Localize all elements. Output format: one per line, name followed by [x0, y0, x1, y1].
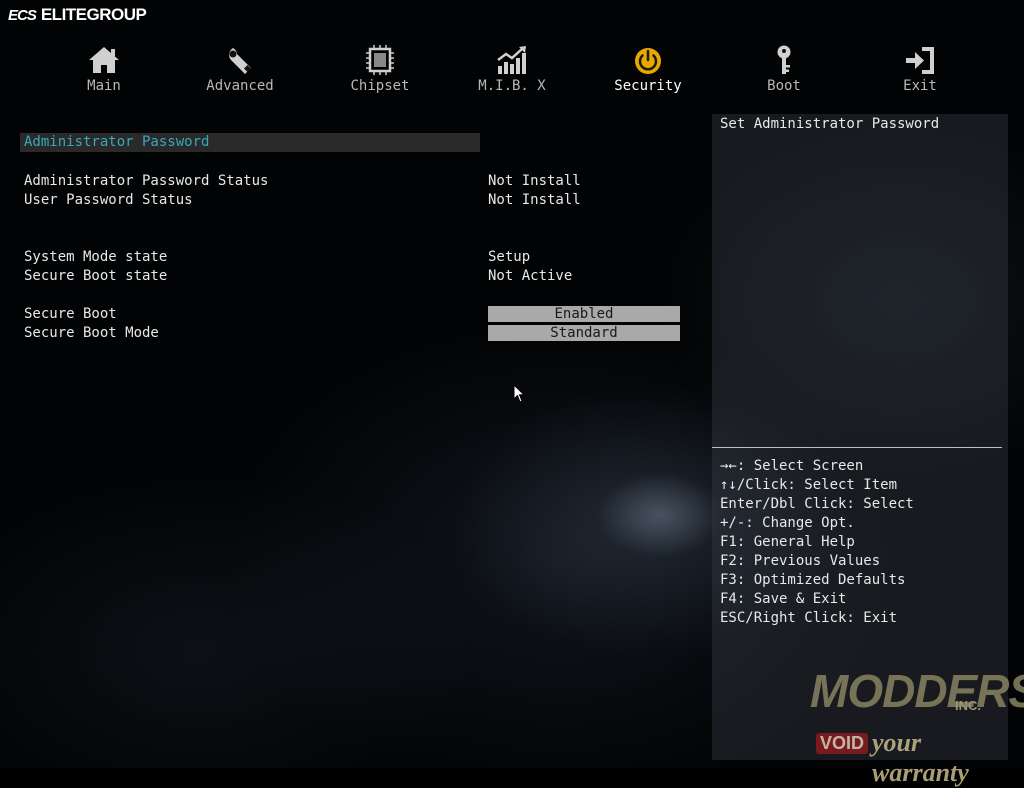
- tab-advanced[interactable]: Advanced: [185, 44, 295, 94]
- tab-mib-x[interactable]: M.I.B. X: [457, 44, 567, 94]
- chart-icon: [497, 46, 526, 74]
- mouse-cursor-icon: [513, 384, 525, 403]
- secure-boot-state-label: Secure Boot state: [24, 268, 168, 284]
- tab-exit[interactable]: Exit: [865, 44, 975, 94]
- key-hint: →←: Select Screen: [720, 458, 864, 474]
- wrench-icon: [229, 48, 252, 74]
- user-password-status-value: Not Install: [488, 192, 581, 208]
- secure-boot-mode-select[interactable]: Standard: [488, 325, 680, 341]
- key-icon: [777, 45, 791, 74]
- admin-password-status-value: Not Install: [488, 173, 581, 189]
- ecs-logo: ECS ELITEGROUP: [8, 5, 147, 25]
- tab-label: Exit: [903, 78, 937, 94]
- watermark-tagline: your warranty: [872, 728, 969, 787]
- key-hint: +/-: Change Opt.: [720, 515, 855, 531]
- key-hint: F3: Optimized Defaults: [720, 572, 906, 588]
- key-hint: ESC/Right Click: Exit: [720, 610, 898, 626]
- selected-item-label: Administrator Password: [24, 134, 210, 150]
- tab-label: Chipset: [350, 78, 410, 94]
- key-hint: F1: General Help: [720, 534, 855, 550]
- tab-label: Boot: [767, 78, 801, 94]
- power-icon: [635, 48, 661, 74]
- tab-label: M.I.B. X: [478, 78, 546, 94]
- user-password-status-label: User Password Status: [24, 192, 193, 208]
- system-mode-state-label: System Mode state: [24, 249, 168, 265]
- exit-door-icon: [906, 47, 934, 74]
- watermark-inc: INC.: [955, 698, 981, 713]
- key-hint: Enter/Dbl Click: Select: [720, 496, 914, 512]
- brand-name: ELITEGROUP: [40, 5, 147, 24]
- secure-boot-state-value: Not Active: [488, 268, 573, 284]
- secure-boot-label: Secure Boot: [24, 306, 117, 322]
- admin-password-status-label: Administrator Password Status: [24, 173, 269, 189]
- modders-inc-watermark: MODDERS INC. VOID your warranty: [810, 664, 1024, 787]
- top-navigation: Main Advanced Chipset M.I.B. X Security …: [0, 44, 1024, 98]
- logo-mark: ECS: [8, 6, 37, 24]
- system-mode-state-value: Setup: [488, 249, 531, 265]
- help-description: Set Administrator Password: [720, 116, 940, 132]
- tab-label: Advanced: [206, 78, 274, 94]
- key-hint: ↑↓/Click: Select Item: [720, 477, 898, 493]
- watermark-title: MODDERS: [810, 665, 1024, 717]
- watermark-void-badge: VOID: [816, 733, 869, 754]
- secure-boot-select[interactable]: Enabled: [488, 306, 680, 322]
- tab-chipset[interactable]: Chipset: [325, 44, 435, 94]
- key-hint: F4: Save & Exit: [720, 591, 847, 607]
- administrator-password-item[interactable]: Administrator Password: [20, 133, 480, 152]
- house-icon: [89, 47, 119, 73]
- chip-icon: [366, 45, 394, 75]
- tab-boot[interactable]: Boot: [729, 44, 839, 94]
- tab-security[interactable]: Security: [593, 44, 703, 94]
- key-legend: →←: Select Screen ↑↓/Click: Select Item …: [720, 457, 914, 628]
- tab-main[interactable]: Main: [49, 44, 159, 94]
- tab-label: Main: [87, 78, 121, 94]
- help-divider: [712, 447, 1002, 448]
- key-hint: F2: Previous Values: [720, 553, 881, 569]
- tab-label: Security: [614, 78, 682, 94]
- secure-boot-mode-label: Secure Boot Mode: [24, 325, 159, 341]
